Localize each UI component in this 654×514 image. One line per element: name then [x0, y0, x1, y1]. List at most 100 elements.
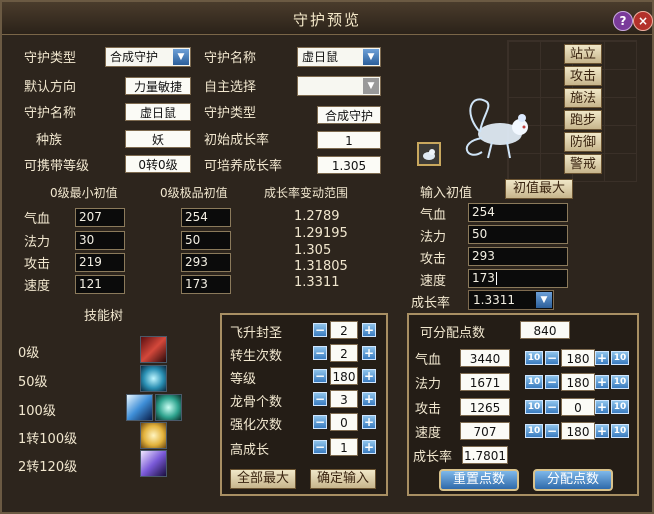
plus-button[interactable]: +	[362, 323, 376, 337]
initial-growth-label: 初始成长率	[204, 133, 270, 148]
plus-ten-button[interactable]: 10	[611, 351, 629, 365]
best-value: 173	[181, 275, 231, 294]
auto-select-dropdown[interactable]: ▼	[297, 76, 381, 96]
growth-rate-label: 成长率	[411, 296, 451, 311]
control-label: 强化次数	[230, 418, 283, 433]
input-stat-label: 攻击	[420, 252, 447, 267]
type-label: 守护类型	[24, 51, 77, 66]
plus-button[interactable]: +	[362, 346, 376, 360]
type-select[interactable]: 合成守护 ▼	[105, 47, 191, 67]
input-stat-field[interactable]: 293	[468, 247, 568, 266]
alloc-points-field[interactable]: 0	[561, 398, 595, 416]
chevron-down-icon[interactable]: ▼	[363, 78, 379, 94]
alloc-stat-value: 1671	[460, 373, 510, 391]
alloc-stat-label: 速度	[415, 426, 442, 441]
plus-ten-button[interactable]: 10	[611, 400, 629, 414]
input-initial-label: 输入初值	[420, 186, 473, 201]
skill-spirit-icon[interactable]	[140, 365, 167, 392]
stat-label: 法力	[24, 235, 51, 250]
guardian-portrait-icon[interactable]	[417, 142, 441, 166]
alloc-points-field[interactable]: 180	[561, 373, 595, 391]
input-stat-field[interactable]: 254	[468, 203, 568, 222]
growth-rate-select[interactable]: 1.3311 ▼	[468, 290, 554, 310]
plus-ten-button[interactable]: 10	[611, 424, 629, 438]
alloc-points-field[interactable]: 180	[561, 349, 595, 367]
available-points-value: 840	[520, 321, 570, 339]
chevron-down-icon[interactable]: ▼	[536, 292, 552, 308]
minus-button[interactable]: −	[545, 400, 559, 414]
guard-button[interactable]: 警戒	[564, 154, 602, 174]
alloc-growth-value: 1.7801	[462, 446, 508, 464]
plus-button[interactable]: +	[362, 392, 376, 406]
minus-button[interactable]: −	[313, 323, 327, 337]
reset-points-button[interactable]: 重置点数	[439, 469, 519, 491]
minus-ten-button[interactable]: 10	[525, 400, 543, 414]
chevron-down-icon[interactable]: ▼	[173, 49, 189, 65]
alloc-stat-label: 攻击	[415, 402, 442, 417]
minus-button[interactable]: −	[313, 369, 327, 383]
skill-golden-icon[interactable]	[140, 422, 167, 449]
cast-button[interactable]: 施法	[564, 88, 602, 108]
plus-button[interactable]: +	[595, 424, 609, 438]
minus-button[interactable]: −	[545, 351, 559, 365]
minus-button[interactable]: −	[313, 415, 327, 429]
plus-button[interactable]: +	[362, 415, 376, 429]
control-label: 转生次数	[230, 349, 283, 364]
minus-button[interactable]: −	[545, 375, 559, 389]
max-initial-button[interactable]: 初值最大	[505, 179, 573, 199]
min-value: 121	[75, 275, 125, 294]
control-value[interactable]: 0	[330, 413, 358, 431]
name-select[interactable]: 虚日鼠 ▼	[297, 47, 381, 67]
confirm-input-button[interactable]: 确定输入	[310, 469, 376, 489]
available-points-label: 可分配点数	[420, 326, 486, 341]
control-value[interactable]: 2	[330, 344, 358, 362]
minus-ten-button[interactable]: 10	[525, 424, 543, 438]
skill-crystal-icon[interactable]	[140, 450, 167, 477]
best-value: 293	[181, 253, 231, 272]
minus-ten-button[interactable]: 10	[525, 375, 543, 389]
assign-points-button[interactable]: 分配点数	[533, 469, 613, 491]
max-all-button[interactable]: 全部最大	[230, 469, 296, 489]
chevron-down-icon[interactable]: ▼	[363, 49, 379, 65]
attack-button[interactable]: 攻击	[564, 66, 602, 86]
minus-button[interactable]: −	[545, 424, 559, 438]
input-stat-field[interactable]: 50	[468, 225, 568, 244]
min-value: 219	[75, 253, 125, 272]
skill-tree-title: 技能树	[84, 309, 124, 324]
input-stat-label: 法力	[420, 230, 447, 245]
control-value[interactable]: 180	[330, 367, 358, 385]
plus-button[interactable]: +	[595, 375, 609, 389]
plus-button[interactable]: +	[595, 400, 609, 414]
minus-ten-button[interactable]: 10	[525, 351, 543, 365]
alloc-stat-value: 707	[460, 422, 510, 440]
skill-strike-icon[interactable]	[126, 394, 153, 421]
alloc-points-field[interactable]: 180	[561, 422, 595, 440]
skill-wind-icon[interactable]	[155, 394, 182, 421]
title-bar[interactable]: 守护预览 ? ×	[2, 2, 653, 35]
plus-button[interactable]: +	[362, 369, 376, 383]
window-title: 守护预览	[292, 11, 361, 29]
control-value[interactable]: 3	[330, 390, 358, 408]
skill-blade-icon[interactable]	[140, 336, 167, 363]
minus-button[interactable]: −	[313, 440, 327, 454]
carry-level-label: 可携带等级	[24, 159, 90, 174]
close-button[interactable]: ×	[633, 11, 653, 31]
alloc-stat-value: 1265	[460, 398, 510, 416]
run-button[interactable]: 跑步	[564, 110, 602, 130]
control-value[interactable]: 2	[330, 321, 358, 339]
stand-button[interactable]: 站立	[564, 44, 602, 64]
minus-button[interactable]: −	[313, 346, 327, 360]
alloc-stat-value: 3440	[460, 349, 510, 367]
defend-button[interactable]: 防御	[564, 132, 602, 152]
minus-button[interactable]: −	[313, 392, 327, 406]
plus-button[interactable]: +	[362, 440, 376, 454]
help-button[interactable]: ?	[613, 11, 633, 31]
name-label: 守护名称	[204, 51, 257, 66]
control-value[interactable]: 1	[330, 438, 358, 456]
plus-ten-button[interactable]: 10	[611, 375, 629, 389]
control-label: 龙骨个数	[230, 395, 283, 410]
plus-button[interactable]: +	[595, 351, 609, 365]
carry-level-value: 0转0级	[125, 155, 191, 173]
skill-level-label: 2转120级	[18, 460, 78, 475]
speed-input-field[interactable]: 173	[468, 269, 568, 288]
